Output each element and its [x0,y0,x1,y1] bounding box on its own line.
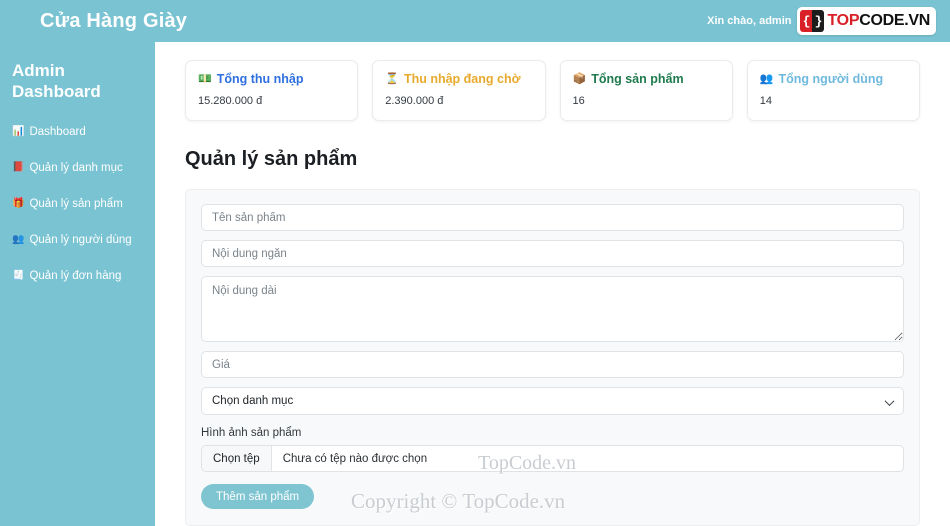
topcode-logo: { } TOP CODE.VN [797,7,936,35]
bar-chart-icon: 📊 [12,125,25,137]
money-icon: 💵 [198,72,212,85]
site-brand-title: Cửa Hàng Giày [40,9,188,32]
long-description-textarea[interactable] [201,276,904,342]
admin-dashboard-page: Cửa Hàng Giày Xin chào, admin { } TOP CO… [0,0,950,526]
main-content: 💵 Tổng thu nhập 15.280.000 đ ⏳ Thu nhập … [155,42,950,526]
sidebar-item-users[interactable]: 👥 Quản lý người dùng [12,233,145,247]
stat-card-row: 💵 Tổng thu nhập 15.280.000 đ ⏳ Thu nhập … [185,60,920,121]
short-description-input[interactable] [201,240,904,267]
user-greeting: Xin chào, admin [707,15,792,27]
gift-icon: 🎁 [12,197,25,209]
stat-card-value: 15.280.000 đ [198,95,263,107]
stat-card-value: 14 [759,95,772,107]
add-product-button[interactable]: Thêm sản phẩm [201,484,315,509]
sidebar-item-products[interactable]: 🎁 Quản lý sản phẩm [12,197,145,211]
sidebar-title: Admin Dashboard [12,61,101,102]
sidebar-item-label: Quản lý đơn hàng [29,269,122,282]
product-form-panel: Chọn danh mục Hình ảnh sản phẩm Chọn tệp… [185,189,920,526]
sidebar-nav: 📊 Dashboard 📕 Quản lý danh mục 🎁 Quản lý… [12,125,145,283]
page-title: Quản lý sản phẩm [185,148,358,170]
sidebar: Admin Dashboard 📊 Dashboard 📕 Quản lý da… [0,42,155,526]
price-input[interactable] [201,351,904,378]
category-select[interactable]: Chọn danh mục [201,387,904,415]
stat-card-total-users: 👥 Tổng người dùng 14 [746,60,920,121]
package-icon: 📦 [572,72,587,85]
choose-file-button[interactable]: Chọn tệp [202,446,272,471]
stat-card-value: 2.390.000 đ [385,95,444,107]
stat-card-header: ⏳ Thu nhập đang chờ [385,72,532,86]
sidebar-item-label: Quản lý người dùng [29,233,132,246]
product-name-input[interactable] [201,204,904,231]
sidebar-item-label: Quản lý danh mục [29,161,123,174]
receipt-icon: 🧾 [12,269,25,281]
users-group-icon: 👥 [759,72,774,85]
file-input-row[interactable]: Chọn tệp Chưa có tệp nào được chọn [201,445,904,472]
book-icon: 📕 [12,161,25,173]
logo-word-top: TOP [827,12,860,29]
sidebar-item-dashboard[interactable]: 📊 Dashboard [12,125,145,139]
stat-card-pending-income: ⏳ Thu nhập đang chờ 2.390.000 đ [372,60,546,121]
product-image-label: Hình ảnh sản phẩm [201,427,302,439]
stat-card-title: Tổng thu nhập [216,72,304,86]
header-right-group: Xin chào, admin { } TOP CODE.VN [707,7,936,35]
stat-card-title: Tổng người dùng [778,72,884,86]
topcode-brace-icon: { } [800,10,825,32]
brace-left: { [800,10,813,32]
stat-card-header: 👥 Tổng người dùng [760,72,907,86]
stat-card-header: 💵 Tổng thu nhập [198,72,345,86]
stat-card-total-products: 📦 Tổng sản phẩm 16 [559,60,733,121]
stat-card-value: 16 [572,95,585,107]
stat-card-total-income: 💵 Tổng thu nhập 15.280.000 đ [185,60,359,121]
sidebar-item-orders[interactable]: 🧾 Quản lý đơn hàng [12,269,145,283]
sidebar-item-label: Dashboard [29,125,86,138]
stat-card-header: 📦 Tổng sản phẩm [573,72,720,86]
sidebar-item-categories[interactable]: 📕 Quản lý danh mục [12,161,145,175]
category-select-wrapper: Chọn danh mục [201,387,904,415]
users-icon: 👥 [12,233,25,245]
brace-right: } [812,10,825,32]
stat-card-title: Thu nhập đang chờ [403,72,521,86]
file-status-text: Chưa có tệp nào được chọn [282,452,428,465]
sidebar-item-label: Quản lý sản phẩm [29,197,123,210]
top-header-bar: Cửa Hàng Giày Xin chào, admin { } TOP CO… [0,0,950,42]
stat-card-title: Tổng sản phẩm [591,72,684,86]
logo-word-code: CODE.VN [859,12,930,29]
hourglass-icon: ⏳ [385,72,399,85]
